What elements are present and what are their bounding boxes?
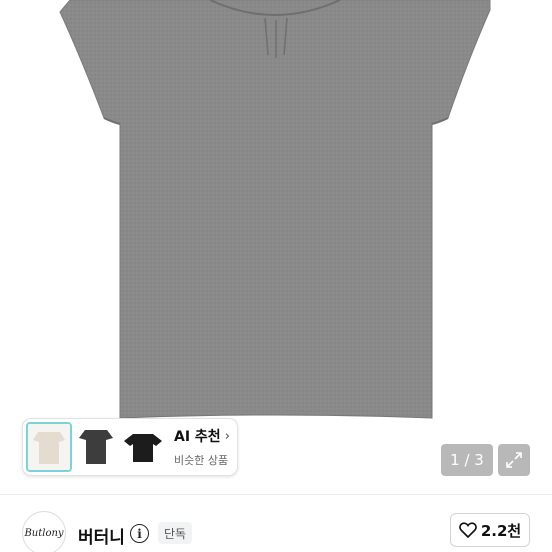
seller-avatar[interactable]: Butlony bbox=[22, 511, 66, 552]
avatar-logo-text: Butlony bbox=[24, 527, 64, 539]
expand-button[interactable] bbox=[498, 444, 530, 476]
exclusive-badge: 단독 bbox=[158, 522, 193, 544]
seller-bar: Butlony 버터니 i 단독 2.2천 bbox=[0, 494, 552, 552]
seller-name[interactable]: 버터니 bbox=[78, 523, 125, 548]
image-counter: 1 / 3 bbox=[441, 444, 493, 476]
chevron-right-icon: › bbox=[224, 428, 230, 444]
beige-top-icon bbox=[28, 424, 70, 470]
expand-icon bbox=[506, 452, 522, 468]
ai-recommend-subtitle: 비슷한 상품 bbox=[174, 454, 229, 467]
like-button[interactable]: 2.2천 bbox=[450, 513, 530, 547]
heart-icon bbox=[458, 522, 477, 538]
ai-recommend-title[interactable]: AI 추천 › bbox=[174, 426, 230, 446]
dark-gray-top-icon bbox=[73, 422, 119, 472]
ai-recommend-panel[interactable]: AI 추천 › 비슷한 상품 bbox=[22, 418, 238, 476]
black-tee-icon bbox=[120, 422, 166, 472]
like-count: 2.2천 bbox=[480, 521, 522, 540]
info-icon[interactable]: i bbox=[130, 524, 149, 543]
ai-recommend-title-text: AI 추천 bbox=[174, 429, 221, 445]
recommend-thumbnail-3[interactable] bbox=[120, 422, 166, 472]
recommend-thumbnail-1[interactable] bbox=[26, 422, 72, 472]
recommend-thumbnail-2[interactable] bbox=[73, 422, 119, 472]
